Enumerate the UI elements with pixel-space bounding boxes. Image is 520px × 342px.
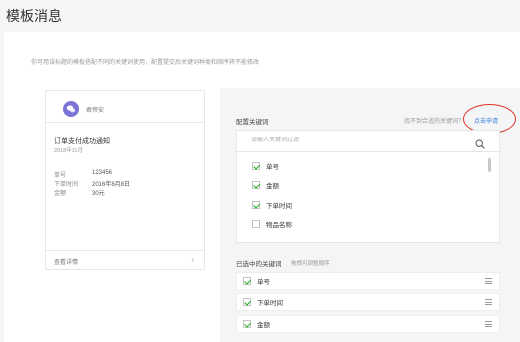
field-key: 金额 [54, 191, 67, 197]
keyword-option[interactable]: 物品名称 [252, 219, 292, 229]
keyword-option-label: 单号 [266, 164, 279, 171]
drag-handle-icon[interactable] [485, 299, 492, 307]
drag-handle-icon[interactable] [485, 321, 492, 329]
keyword-list-scrollbar[interactable] [488, 158, 491, 172]
template-preview-card: 君帝安 订单支付成功通知 2018年11月 单号 123456 下单时间 201… [45, 90, 205, 270]
checkbox-checked[interactable] [252, 162, 260, 170]
checkbox-checked[interactable] [243, 277, 251, 285]
keyword-option-label: 物品名称 [266, 222, 292, 229]
keyword-option-label: 金额 [266, 183, 279, 190]
keyword-section-label: 配置关键词 [236, 119, 269, 126]
template-date: 2018年11月 [54, 148, 83, 154]
view-details-label: 查看详情 [54, 260, 79, 266]
checkbox-checked[interactable] [243, 320, 251, 328]
keyword-hint: 找不到合适的关键词？ [404, 119, 465, 125]
field-key: 单号 [54, 173, 67, 179]
selected-section-hint: 拖拽可调整顺序 [291, 261, 330, 267]
page-title: 模板消息 [6, 8, 62, 24]
keyword-option[interactable]: 下单时间 [252, 200, 292, 210]
preview-header: 君帝安 [46, 91, 204, 123]
template-title: 订单支付成功通知 [54, 138, 110, 145]
checkbox-checked[interactable] [252, 201, 260, 209]
field-value: 2016年8月8日 [92, 182, 131, 188]
selected-keyword-label: 单号 [257, 279, 270, 286]
keyword-list-box: 单号 金额 下单时间 物品名称 [236, 130, 500, 243]
keyword-search-input[interactable] [251, 137, 451, 143]
field-value: 123456 [92, 170, 113, 176]
account-avatar-icon [63, 101, 79, 117]
search-icon[interactable] [475, 136, 485, 154]
selected-section-label: 已选中的关键词 [236, 261, 282, 268]
account-name: 君帝安 [86, 108, 105, 114]
field-value: 30元 [92, 191, 105, 197]
view-details-link[interactable]: 查看详情 › [46, 250, 204, 269]
selected-keyword-label: 下单时间 [257, 300, 283, 307]
selected-keyword-row[interactable]: 金额 [236, 315, 500, 333]
keyword-option[interactable]: 单号 [252, 161, 279, 171]
selected-keyword-row[interactable]: 下单时间 [236, 293, 500, 311]
config-tip: 你可用该标题的模板搭配不同的关键词使用，配置提交后关键词种类和顺序将不能修改 [31, 60, 260, 66]
drag-handle-icon[interactable] [485, 278, 492, 286]
checkbox-unchecked[interactable] [252, 220, 260, 228]
chevron-right-icon: › [191, 255, 194, 264]
keyword-search-bar [237, 131, 499, 152]
checkbox-checked[interactable] [243, 298, 251, 306]
selected-keyword-row[interactable]: 单号 [236, 272, 500, 290]
keyword-option[interactable]: 金额 [252, 180, 279, 190]
selected-keyword-label: 金额 [257, 322, 270, 329]
field-key: 下单时间 [54, 182, 79, 188]
keyword-option-label: 下单时间 [266, 203, 292, 210]
checkbox-checked[interactable] [252, 181, 260, 189]
